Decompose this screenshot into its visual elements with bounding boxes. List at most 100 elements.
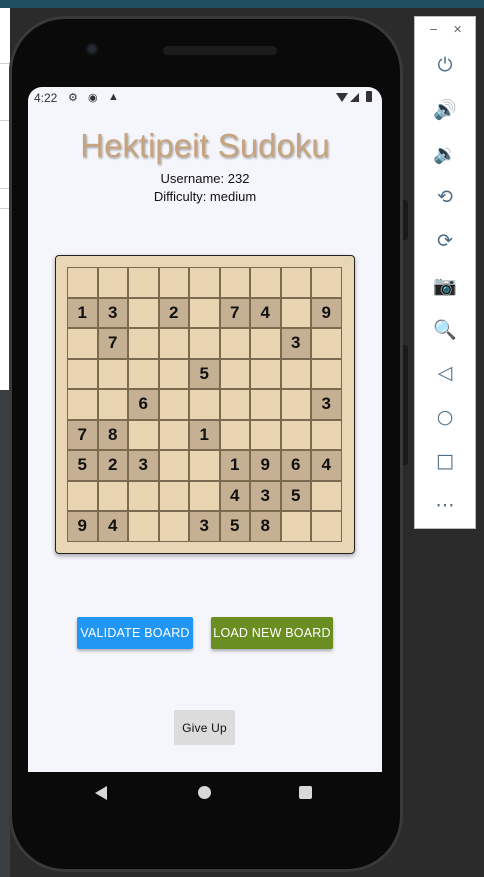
load-new-board-button[interactable]: LOAD NEW BOARD <box>211 617 333 649</box>
wifi-icon <box>336 93 348 102</box>
sudoku-cell: 5 <box>219 511 250 542</box>
nav-home-icon[interactable] <box>198 786 211 799</box>
sudoku-cell[interactable] <box>189 267 220 298</box>
sudoku-cell[interactable] <box>280 267 311 298</box>
sudoku-cell[interactable] <box>67 267 98 298</box>
sudoku-cell: 1 <box>189 419 220 450</box>
sudoku-cell[interactable] <box>280 358 311 389</box>
sudoku-cell[interactable] <box>219 419 250 450</box>
sudoku-cell[interactable] <box>311 328 342 359</box>
sudoku-cell[interactable] <box>250 358 281 389</box>
android-icon: ◉ <box>88 92 98 104</box>
sudoku-cell[interactable] <box>280 297 311 328</box>
sudoku-cell[interactable] <box>97 389 128 420</box>
phone-side-button-top[interactable] <box>403 200 408 240</box>
emulator-panel-header: − ✕ <box>415 17 475 47</box>
sudoku-grid: 13274973563781523196443594358 <box>67 267 342 542</box>
sudoku-cell[interactable] <box>219 358 250 389</box>
sudoku-cell[interactable] <box>250 419 281 450</box>
app-title: Hektipeit Sudoku <box>80 127 330 164</box>
sudoku-cell: 3 <box>189 511 220 542</box>
power-icon[interactable]: ⏻ <box>430 50 460 80</box>
sudoku-cell[interactable] <box>158 419 189 450</box>
minimize-icon[interactable]: − <box>429 23 438 36</box>
give-up-button[interactable]: Give Up <box>174 710 235 745</box>
nav-back-icon[interactable] <box>95 786 107 800</box>
sudoku-cell[interactable] <box>189 480 220 511</box>
sudoku-cell[interactable] <box>67 480 98 511</box>
rotate-left-icon[interactable]: ⟲ <box>430 182 460 212</box>
status-time: 4:22 <box>34 91 58 105</box>
sudoku-cell[interactable] <box>311 358 342 389</box>
sudoku-cell[interactable] <box>97 267 128 298</box>
battery-icon <box>366 91 372 102</box>
sudoku-cell[interactable] <box>311 267 342 298</box>
sudoku-cell[interactable] <box>67 328 98 359</box>
sudoku-cell[interactable] <box>311 419 342 450</box>
sudoku-cell: 4 <box>250 297 281 328</box>
sudoku-cell[interactable] <box>219 267 250 298</box>
sudoku-cell: 3 <box>97 297 128 328</box>
sudoku-cell[interactable] <box>97 358 128 389</box>
sudoku-cell[interactable] <box>311 480 342 511</box>
sudoku-cell: 5 <box>280 480 311 511</box>
sudoku-cell[interactable] <box>158 328 189 359</box>
sudoku-cell: 3 <box>280 328 311 359</box>
sudoku-cell[interactable] <box>189 389 220 420</box>
sudoku-cell[interactable] <box>67 358 98 389</box>
nav-recents-icon[interactable] <box>299 786 312 799</box>
sudoku-cell[interactable] <box>250 328 281 359</box>
sudoku-cell[interactable] <box>128 328 159 359</box>
sudoku-cell[interactable] <box>128 358 159 389</box>
camera-icon[interactable]: 📷 <box>430 270 460 300</box>
username-label: Username: 232 <box>160 171 250 186</box>
sudoku-cell: 9 <box>250 450 281 481</box>
sudoku-cell[interactable] <box>189 328 220 359</box>
sudoku-cell[interactable] <box>219 328 250 359</box>
volume-up-icon[interactable]: 🔊 <box>430 94 460 124</box>
sudoku-cell[interactable] <box>67 389 98 420</box>
back-icon[interactable]: ◁ <box>430 358 460 388</box>
validate-board-button[interactable]: VALIDATE BOARD <box>77 617 193 649</box>
sudoku-cell[interactable] <box>158 389 189 420</box>
volume-down-icon[interactable]: 🔉 <box>430 138 460 168</box>
sudoku-cell[interactable] <box>158 480 189 511</box>
front-camera <box>86 43 98 55</box>
sudoku-cell: 5 <box>67 450 98 481</box>
sudoku-cell: 9 <box>67 511 98 542</box>
close-icon[interactable]: ✕ <box>453 23 462 36</box>
sudoku-board: 13274973563781523196443594358 <box>55 255 355 554</box>
sudoku-cell: 3 <box>128 450 159 481</box>
sudoku-cell[interactable] <box>97 480 128 511</box>
sudoku-cell: 7 <box>219 297 250 328</box>
sudoku-cell[interactable] <box>128 419 159 450</box>
phone-side-button-volume[interactable] <box>403 345 408 465</box>
notification-icon: ▲ <box>108 91 119 103</box>
rotate-right-icon[interactable]: ⟳ <box>430 226 460 256</box>
home-icon[interactable]: ○ <box>430 402 460 432</box>
emulator-control-panel: − ✕ ⏻ 🔊 🔉 ⟲ ⟳ 📷 🔍 ◁ ○ □ ⋯ <box>414 16 476 529</box>
sudoku-cell: 5 <box>189 358 220 389</box>
sudoku-cell[interactable] <box>280 389 311 420</box>
sudoku-cell[interactable] <box>219 389 250 420</box>
settings-icon: ⚙ <box>68 92 78 104</box>
sudoku-cell[interactable] <box>158 267 189 298</box>
sudoku-cell[interactable] <box>128 267 159 298</box>
sudoku-cell[interactable] <box>128 480 159 511</box>
sudoku-cell[interactable] <box>128 297 159 328</box>
overview-icon[interactable]: □ <box>430 446 460 476</box>
sudoku-cell[interactable] <box>280 511 311 542</box>
zoom-icon[interactable]: 🔍 <box>430 314 460 344</box>
sudoku-cell[interactable] <box>311 511 342 542</box>
sudoku-cell[interactable] <box>280 419 311 450</box>
sudoku-cell[interactable] <box>128 511 159 542</box>
difficulty-label: Difficulty: medium <box>153 189 257 204</box>
sudoku-cell[interactable] <box>158 358 189 389</box>
sudoku-cell[interactable] <box>250 267 281 298</box>
sudoku-cell[interactable] <box>250 389 281 420</box>
sudoku-cell[interactable] <box>189 297 220 328</box>
sudoku-cell[interactable] <box>158 450 189 481</box>
sudoku-cell[interactable] <box>158 511 189 542</box>
sudoku-cell[interactable] <box>189 450 220 481</box>
more-icon[interactable]: ⋯ <box>430 490 460 520</box>
